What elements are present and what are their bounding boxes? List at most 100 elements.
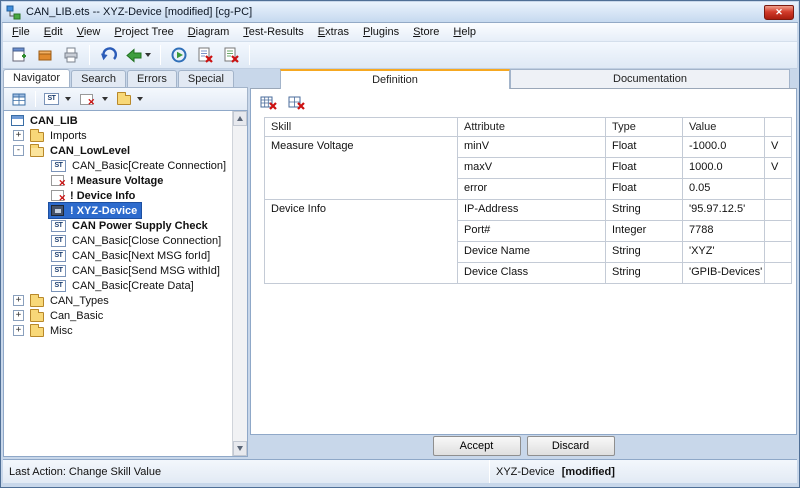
st-dropdown-button[interactable]: ST	[41, 90, 74, 109]
unit-cell[interactable]	[765, 179, 792, 200]
attribute-cell[interactable]: error	[458, 179, 606, 200]
type-cell[interactable]: String	[606, 263, 683, 284]
editor-tab-bar: Definition Documentation	[250, 69, 797, 89]
close-button[interactable]	[764, 5, 794, 20]
attribute-cell[interactable]: maxV	[458, 158, 606, 179]
unit-cell[interactable]	[765, 200, 792, 221]
editor-button-strip: Accept Discard	[250, 435, 797, 457]
type-cell[interactable]: Float	[606, 137, 683, 158]
tree-item-can-power-supply-check[interactable]: STCAN Power Supply Check	[5, 218, 231, 233]
collapse-icon[interactable]: -	[13, 145, 24, 156]
navigator-toolbar: ST	[3, 87, 248, 110]
menu-edit[interactable]: Edit	[37, 24, 70, 40]
tree-item-misc[interactable]: + Misc	[5, 323, 231, 338]
grid-view-button[interactable]	[8, 90, 30, 109]
scrollbar-down-button[interactable]	[233, 441, 247, 456]
tree-item-imports[interactable]: + Imports	[5, 128, 231, 143]
remove-skill-button[interactable]	[257, 93, 279, 113]
error-item-dropdown-button[interactable]	[77, 90, 111, 109]
scrollbar-up-button[interactable]	[233, 111, 247, 126]
status-bar: Last Action: Change Skill Value XYZ-Devi…	[3, 459, 797, 483]
new-folder-dropdown-button[interactable]	[114, 90, 146, 109]
tree-item-xyz-device[interactable]: ! XYZ-Device	[5, 203, 231, 218]
print-icon[interactable]	[59, 44, 83, 67]
tree-item-create-data[interactable]: STCAN_Basic[Create Data]	[5, 278, 231, 293]
st-icon: ST	[51, 160, 66, 172]
title-bar[interactable]: CAN_LIB.ets -- XYZ-Device [modified] [cg…	[2, 2, 798, 23]
table-row: Device Info IP-Address String '95.97.12.…	[265, 200, 792, 221]
menu-plugins[interactable]: Plugins	[356, 24, 406, 40]
attribute-cell[interactable]: minV	[458, 137, 606, 158]
open-folder-icon	[30, 147, 44, 157]
attribute-cell[interactable]: Device Name	[458, 242, 606, 263]
tab-search[interactable]: Search	[71, 70, 126, 87]
expand-icon[interactable]: +	[13, 310, 24, 321]
tab-errors[interactable]: Errors	[127, 70, 177, 87]
accept-button[interactable]: Accept	[433, 436, 521, 456]
value-cell[interactable]: 'GPIB-Devices'	[683, 263, 765, 284]
tab-documentation[interactable]: Documentation	[510, 69, 790, 88]
expand-icon[interactable]: +	[13, 295, 24, 306]
open-project-icon[interactable]	[33, 44, 57, 67]
tree-scrollbar[interactable]	[232, 111, 247, 456]
type-cell[interactable]: String	[606, 200, 683, 221]
tab-navigator[interactable]: Navigator	[3, 69, 70, 87]
unit-cell[interactable]: V	[765, 137, 792, 158]
value-cell[interactable]: 1000.0	[683, 158, 765, 179]
discard-button[interactable]: Discard	[527, 436, 615, 456]
tree-item-create-connection[interactable]: STCAN_Basic[Create Connection]	[5, 158, 231, 173]
menu-diagram[interactable]: Diagram	[181, 24, 237, 40]
menu-store[interactable]: Store	[406, 24, 446, 40]
navigate-back-icon[interactable]	[122, 44, 154, 67]
attribute-cell[interactable]: Device Class	[458, 263, 606, 284]
definition-view: Skill Attribute Type Value Measure Volta…	[250, 89, 797, 435]
unit-cell[interactable]	[765, 263, 792, 284]
value-cell[interactable]: 7788	[683, 221, 765, 242]
new-document-icon[interactable]	[7, 44, 31, 67]
tab-definition[interactable]: Definition	[280, 69, 510, 89]
expand-icon[interactable]: +	[13, 130, 24, 141]
clear-se-results-icon[interactable]	[219, 44, 243, 67]
tree-item-next-msg-forid[interactable]: STCAN_Basic[Next MSG forId]	[5, 248, 231, 263]
tree-item-can-basic[interactable]: + Can_Basic	[5, 308, 231, 323]
type-cell[interactable]: Float	[606, 179, 683, 200]
device-icon	[51, 205, 64, 216]
skill-cell[interactable]: Device Info	[265, 200, 458, 284]
tree-item-can-lowlevel[interactable]: - CAN_LowLevel	[5, 143, 231, 158]
menu-help[interactable]: Help	[446, 24, 483, 40]
tree-item-close-connection[interactable]: STCAN_Basic[Close Connection]	[5, 233, 231, 248]
unit-cell[interactable]	[765, 242, 792, 263]
header-value: Value	[683, 118, 765, 137]
back-dropdown-caret[interactable]	[145, 53, 151, 57]
value-cell[interactable]: -1000.0	[683, 137, 765, 158]
menu-project-tree[interactable]: Project Tree	[107, 24, 180, 40]
type-cell[interactable]: String	[606, 242, 683, 263]
tree-item-send-msg-withid[interactable]: STCAN_Basic[Send MSG withId]	[5, 263, 231, 278]
skill-cell[interactable]: Measure Voltage	[265, 137, 458, 200]
value-cell[interactable]: 'XYZ'	[683, 242, 765, 263]
value-cell[interactable]: 0.05	[683, 179, 765, 200]
tree-item-can-types[interactable]: + CAN_Types	[5, 293, 231, 308]
menu-view[interactable]: View	[70, 24, 108, 40]
remove-attribute-button[interactable]	[285, 93, 307, 113]
undo-icon[interactable]	[96, 44, 120, 67]
tab-special[interactable]: Special	[178, 70, 234, 87]
clear-sc-results-icon[interactable]	[193, 44, 217, 67]
menu-extras[interactable]: Extras	[311, 24, 356, 40]
run-checks-icon[interactable]	[167, 44, 191, 67]
type-cell[interactable]: Float	[606, 158, 683, 179]
type-cell[interactable]: Integer	[606, 221, 683, 242]
tree-item-measure-voltage[interactable]: ! Measure Voltage	[5, 173, 231, 188]
navigator-panel: Navigator Search Errors Special ST	[3, 69, 248, 457]
value-cell[interactable]: '95.97.12.5'	[683, 200, 765, 221]
unit-cell[interactable]	[765, 221, 792, 242]
menu-test-results[interactable]: Test-Results	[236, 24, 311, 40]
tree-item-can-lib[interactable]: CAN_LIB	[5, 113, 231, 128]
expand-icon[interactable]: +	[13, 325, 24, 336]
attribute-cell[interactable]: IP-Address	[458, 200, 606, 221]
unit-cell[interactable]: V	[765, 158, 792, 179]
header-type: Type	[606, 118, 683, 137]
menu-file[interactable]: File	[5, 24, 37, 40]
tree-item-device-info[interactable]: ! Device Info	[5, 188, 231, 203]
attribute-cell[interactable]: Port#	[458, 221, 606, 242]
